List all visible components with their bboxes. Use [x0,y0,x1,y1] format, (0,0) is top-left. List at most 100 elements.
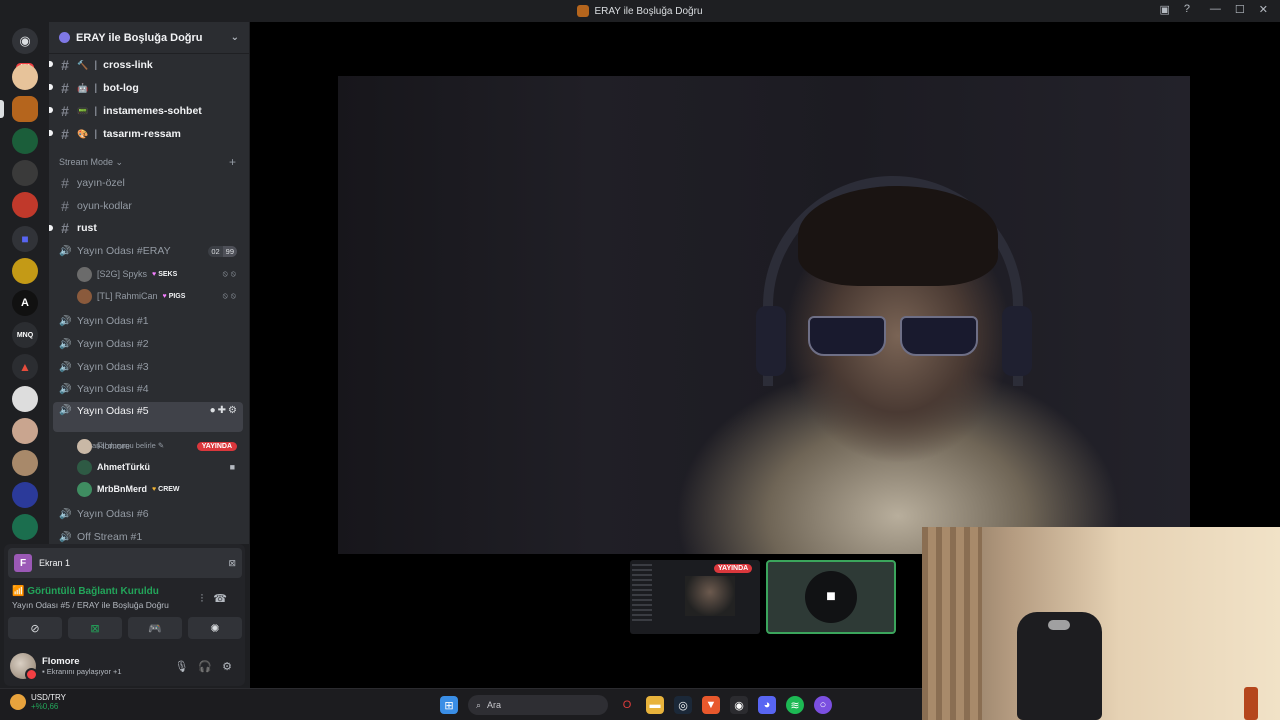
username: Flomore [42,656,80,667]
camera-thumbnail[interactable]: ■ [766,560,896,634]
brave-icon[interactable]: ▼ [702,696,720,714]
server-icon-4[interactable] [12,160,38,186]
voice-channel-yayin-6[interactable]: 🔊 Yayın Odası #6 [53,504,243,524]
guild-header[interactable]: ERAY ile Boşluğa Doğru ⌄ [49,22,249,54]
opera-icon[interactable]: O [618,696,636,714]
obs-icon[interactable]: ◉ [730,696,748,714]
windows-start-icon[interactable]: ⊞ [440,696,458,714]
channel-tasarim-ressam[interactable]: # 🎨 | tasarım-ressam [53,124,243,144]
ticker-widget[interactable]: USD/TRY +%0,66 [10,693,66,711]
close-button[interactable]: ✕ [1259,3,1268,16]
category-stream-mode[interactable]: Stream Mode ⌄ [59,157,123,168]
channel-label: Yayın Odası #3 [77,361,149,373]
server-icon-5[interactable] [12,192,38,218]
webcam-overlay [922,527,1280,720]
spotify-icon[interactable]: ≋ [786,696,804,714]
ticker-icon [10,694,26,710]
server-icon-8[interactable]: MNQ [12,322,38,348]
screen-share-row[interactable]: F Ekran 1 ⊠ [8,548,242,578]
disconnect-icon[interactable]: ☎ [213,593,237,605]
server-icon-1[interactable] [12,64,38,90]
activity-button[interactable]: 🎮 [128,617,182,639]
hash-icon: # [61,103,69,119]
hash-icon: # [61,126,69,142]
help-icon[interactable]: ? [1184,3,1190,16]
user-tag: ♥ CREW [152,485,180,493]
direct-messages-icon[interactable]: ◉ [12,28,38,54]
headphone-cup-right [1002,306,1032,376]
server-icon-14[interactable] [12,514,38,540]
settings-icon[interactable]: ⚙ [222,661,242,673]
voice-channel-yayin-3[interactable]: 🔊 Yayın Odası #3 [53,357,243,377]
voice-channel-offstream-1[interactable]: 🔊 Off Stream #1 [53,527,243,544]
screen-share-button[interactable]: ⊠ [68,617,122,639]
file-explorer-icon[interactable]: ▬ [646,696,664,714]
connection-channel: Yayın Odası #5 / ERAY ile Boşluğa Doğru [12,600,169,610]
maximize-button[interactable]: ☐ [1235,3,1245,16]
avatar [77,266,92,282]
minimize-button[interactable]: — [1210,3,1221,16]
channel-instamemes-sohbet[interactable]: # 📟 | instamemes-sohbet [53,101,243,121]
voice-channel-yayin-eray[interactable]: 🔊 Yayın Odası #ERAY 02 99 [53,241,243,261]
voice-user-spyks[interactable]: [S2G] Spyks ♥ SEKS ⦸⦸ [77,264,243,284]
steam-icon[interactable]: ◎ [674,696,692,714]
noise-suppression-icon[interactable]: ⫶ [201,593,214,605]
discord-taskbar-icon[interactable]: ◕ [758,696,776,714]
avatar [77,459,92,475]
voice-channel-yayin-2[interactable]: 🔊 Yayın Odası #2 [53,334,243,354]
app-icon-purple[interactable]: ○ [814,696,832,714]
server-icon-9[interactable]: ▲ [12,354,38,380]
channel-cross-link[interactable]: # 🔨 | cross-link [53,55,243,75]
channel-bot-log[interactable]: # 🤖 | bot-log [53,78,243,98]
voice-user-rahmican[interactable]: [TL] RahmiCan ♥ PIGS ⦸⦸ [77,286,243,306]
server-icon-11[interactable] [12,418,38,444]
window-title-group: ERAY ile Boşluğa Doğru [577,5,703,17]
channel-oyun-kodlar[interactable]: # oyun-kodlar [53,196,243,216]
voice-channel-yayin-5[interactable]: 🔊 Yayın Odası #5 ●✚⚙ [53,402,243,432]
channel-yayin-ozel[interactable]: # yayın-özel [53,173,243,193]
voice-user-ahmetturku[interactable]: AhmetTürkü ■ [77,457,243,477]
server-icon-3[interactable] [12,128,38,154]
user-info[interactable]: Flomore ▪ Ekranını paylaşıyor +1 [42,656,122,676]
channel-rust[interactable]: # rust [53,218,243,238]
voice-user-flomore[interactable]: Flomore YAYINDA [77,436,243,456]
main-video-feed[interactable] [338,76,1190,554]
speaker-icon: 🔊 [59,338,72,350]
voice-user-name: [TL] RahmiCan [97,291,158,301]
avatar[interactable] [10,653,38,681]
channel-label: Yayın Odası #2 [77,338,149,350]
headphones-icon[interactable]: 🎧 [198,661,222,673]
taskbar-search[interactable]: ⌕ Ara [468,695,608,715]
server-icon-7[interactable]: A [12,290,38,316]
headphone-cup-left [756,306,786,376]
voice-user-mrbbnmerd[interactable]: MrbBnMerd ♥ CREW [77,479,243,499]
voice-channel-yayin-4[interactable]: 🔊 Yayın Odası #4 [53,379,243,399]
folder-icon[interactable]: ■ [12,226,38,252]
user-tag-label: CREW [158,485,180,493]
server-icon-10[interactable] [12,386,38,412]
connection-status[interactable]: 📶 Görüntülü Bağlantı Kuruldu [12,586,159,597]
camera-off-button[interactable]: ⊘ [8,617,62,639]
voice-channel-yayin-1[interactable]: 🔊 Yayın Odası #1 [53,311,243,331]
connection-status-label: Görüntülü Bağlantı Kuruldu [27,586,159,597]
speaker-icon: 🔊 [59,361,72,373]
channel-sidebar: ERAY ile Boşluğa Doğru ⌄ # 🔨 | cross-lin… [49,22,249,544]
live-badge[interactable]: YAYINDA [196,441,237,451]
stop-share-icon[interactable]: ⊠ [228,558,236,569]
channel-actions-icons[interactable]: ●✚⚙ [210,405,239,416]
soundboard-button[interactable]: ✺ [188,617,242,639]
connection-controls: ⫶☎ [201,592,237,606]
microphone-icon[interactable]: 🎙 [174,661,198,673]
server-icon-12[interactable] [12,450,38,476]
inbox-icon[interactable]: ▣ [1159,3,1169,16]
window-title: ERAY ile Boşluğa Doğru [594,5,703,17]
search-icon: ⌕ [476,699,482,710]
user-status: ▪ Ekranını paylaşıyor +1 [42,667,122,676]
server-icon-6[interactable] [12,258,38,284]
add-channel-icon[interactable]: + [229,155,236,169]
server-icon-13[interactable] [12,482,38,508]
channel-label: Yayın Odası #6 [77,508,149,520]
stream-thumbnail[interactable]: YAYINDA [630,560,760,634]
hash-icon: # [61,198,69,214]
server-icon-eray[interactable] [12,96,38,122]
